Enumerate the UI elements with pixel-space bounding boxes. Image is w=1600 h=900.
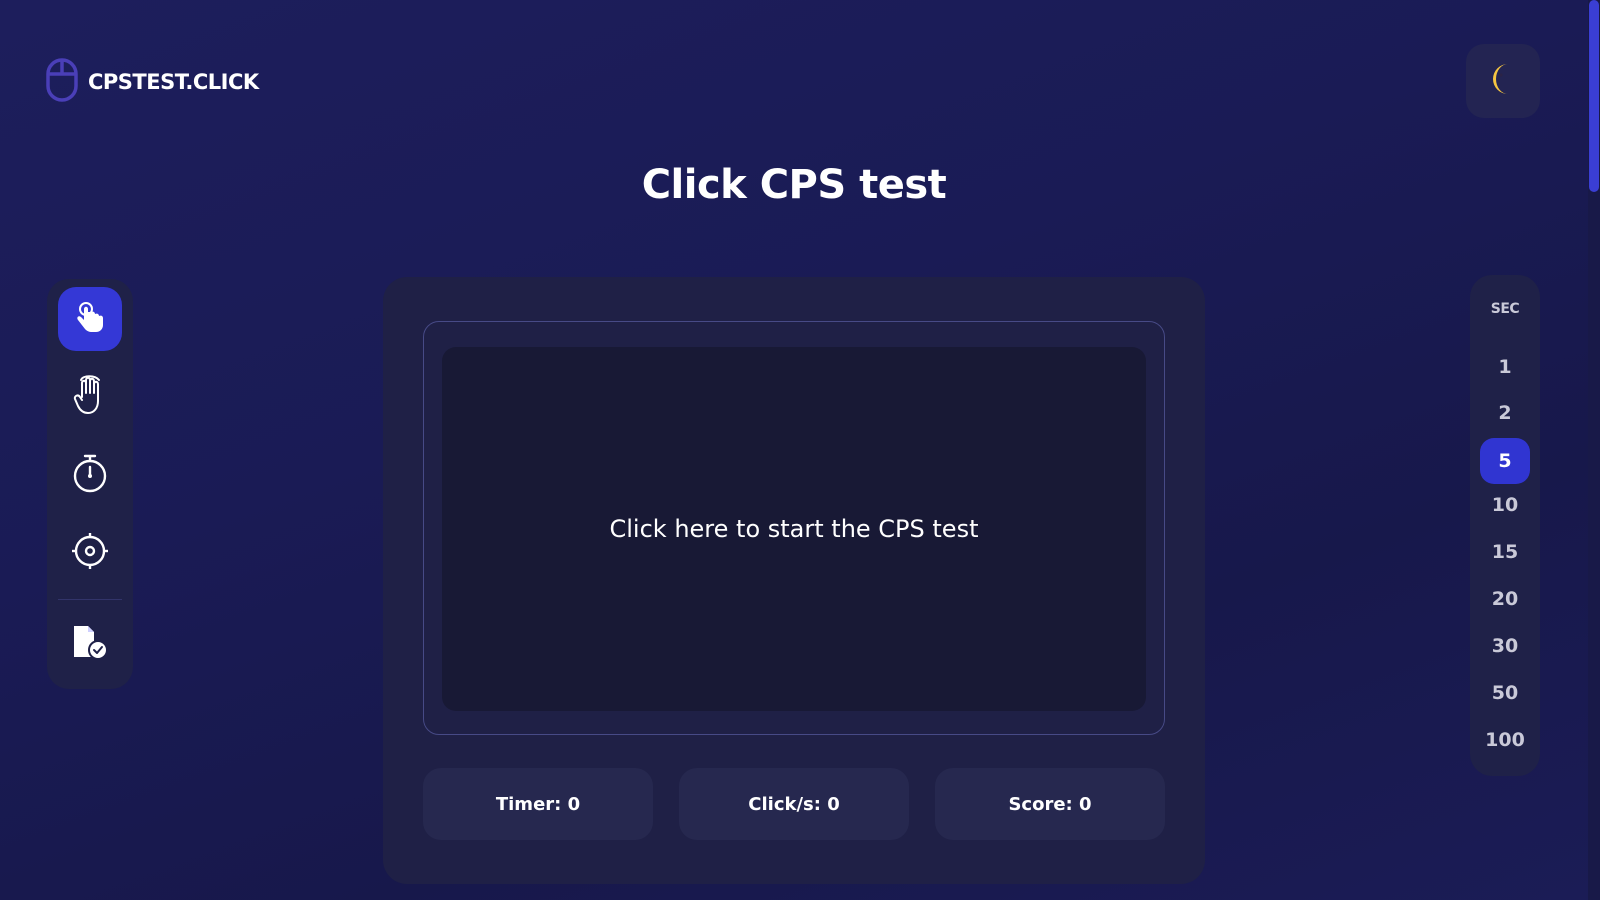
multi-finger-hand-icon	[73, 375, 107, 419]
mode-timer-button[interactable]	[58, 443, 122, 507]
seconds-option-5[interactable]: 5	[1480, 438, 1530, 484]
page-title: Click CPS test	[641, 162, 947, 208]
seconds-option-50[interactable]: 50	[1480, 670, 1530, 716]
seconds-option-20[interactable]: 20	[1480, 576, 1530, 622]
seconds-option-30[interactable]: 30	[1480, 623, 1530, 669]
stopwatch-icon	[72, 453, 108, 497]
logo-text: CPSTEST.CLICK	[88, 70, 259, 94]
timer-stat: Timer: 0	[423, 768, 653, 840]
seconds-option-100[interactable]: 100	[1480, 717, 1530, 763]
score-stat: Score: 0	[935, 768, 1165, 840]
seconds-label: SEC	[1490, 301, 1520, 317]
tap-hand-icon	[75, 300, 105, 338]
mode-aim-button[interactable]	[58, 521, 122, 585]
target-icon	[71, 532, 109, 574]
moon-icon	[1490, 62, 1516, 100]
mode-results-button[interactable]	[58, 612, 122, 676]
seconds-option-15[interactable]: 15	[1480, 529, 1530, 575]
seconds-option-10[interactable]: 10	[1480, 482, 1530, 528]
document-check-icon	[72, 624, 108, 664]
seconds-option-2[interactable]: 2	[1480, 390, 1530, 436]
mouse-icon	[46, 58, 78, 106]
mode-multi-click-button[interactable]	[58, 365, 122, 429]
seconds-option-1[interactable]: 1	[1480, 344, 1530, 390]
mode-click-button[interactable]	[58, 287, 122, 351]
click-area-frame: Click here to start the CPS test	[423, 321, 1165, 735]
clicks-per-second-stat: Click/s: 0	[679, 768, 909, 840]
mode-selector	[47, 279, 133, 689]
click-area[interactable]: Click here to start the CPS test	[442, 347, 1146, 711]
cps-test-card: Click here to start the CPS test Timer: …	[383, 277, 1205, 884]
seconds-selector: SEC 1 2 5 10 15 20 30 50 100	[1470, 275, 1540, 776]
site-logo[interactable]: CPSTEST.CLICK	[46, 58, 259, 106]
theme-toggle-button[interactable]	[1466, 44, 1540, 118]
mode-divider	[58, 599, 122, 600]
scrollbar-thumb[interactable]	[1589, 0, 1599, 192]
